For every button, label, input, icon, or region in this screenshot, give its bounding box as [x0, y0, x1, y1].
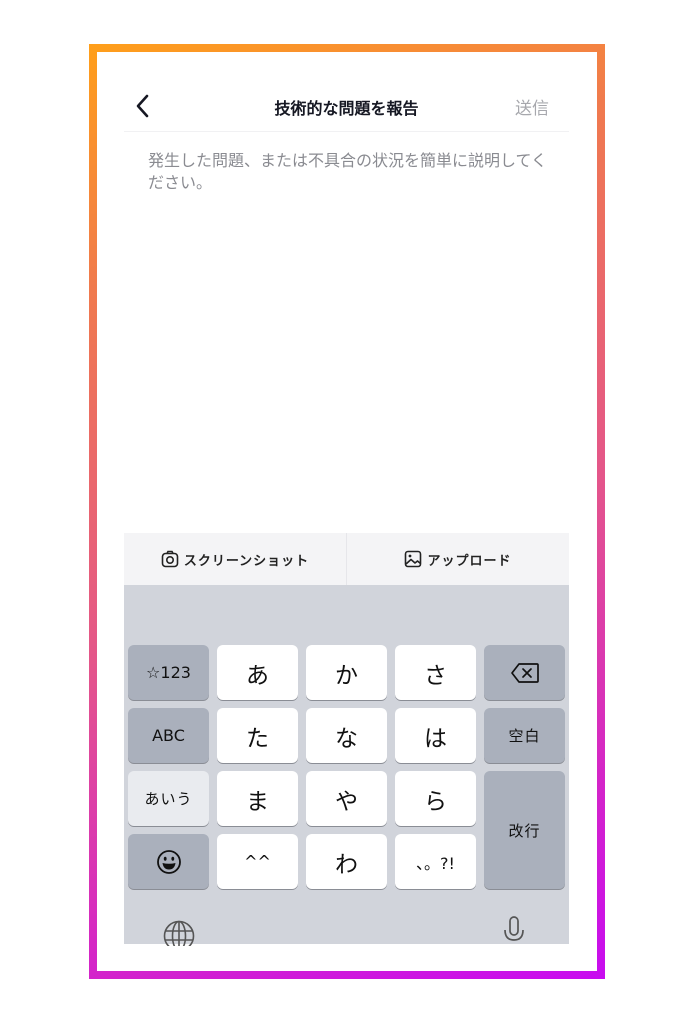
upload-button[interactable]: アップロード [346, 533, 569, 585]
key-wa[interactable]: わ [306, 834, 387, 889]
image-icon [405, 550, 422, 568]
screenshot-label: スクリーンショット [183, 553, 310, 569]
emoji-icon [156, 849, 181, 874]
key-label: 、。?! [416, 853, 455, 873]
key-abc[interactable]: ABC [128, 708, 209, 763]
nav-bar: 技術的な問題を報告 送信 [124, 80, 569, 132]
attachment-bar: スクリーンショット アップロード [124, 533, 569, 585]
key-ta[interactable]: た [217, 708, 298, 763]
key-label: さ [424, 662, 447, 689]
key-label: あいう [144, 790, 193, 808]
key-label: ☆123 [146, 663, 191, 682]
key-label: や [335, 788, 358, 815]
delete-icon [510, 662, 539, 683]
key-label: わ [335, 851, 358, 878]
key-label: 空白 [508, 727, 541, 745]
key-label: た [246, 725, 269, 752]
japanese-keyboard: ☆123 あ か さ ABC た な は 空白 あいう ま や ら 改行 ^^ … [124, 585, 569, 952]
description-placeholder: 発生した問題、または不具合の状況を簡単に説明してください。 [148, 151, 548, 192]
upload-label: アップロード [427, 553, 512, 569]
key-label: か [335, 662, 358, 689]
report-issue-screen: 技術的な問題を報告 送信 発生した問題、または不具合の状況を簡単に説明してくださ… [124, 80, 569, 952]
key-delete[interactable] [484, 645, 565, 700]
key-label: は [424, 725, 447, 752]
globe-icon [163, 920, 195, 952]
key-space[interactable]: 空白 [484, 708, 565, 763]
key-kaomoji[interactable]: ^^ [217, 834, 298, 889]
screenshot-button[interactable]: スクリーンショット [124, 533, 346, 585]
key-punctuation[interactable]: 、。?! [395, 834, 476, 889]
send-button[interactable]: 送信 [515, 94, 549, 119]
description-input[interactable]: 発生した問題、または不具合の状況を簡単に説明してください。 [148, 150, 548, 520]
key-label: な [335, 725, 358, 752]
key-kana-mode[interactable]: あいう [128, 771, 209, 826]
key-return[interactable]: 改行 [484, 771, 565, 889]
key-label: ABC [152, 726, 185, 745]
key-ha[interactable]: は [395, 708, 476, 763]
key-label: ^^ [244, 852, 271, 871]
key-label: あ [246, 662, 269, 689]
page-title: 技術的な問題を報告 [274, 99, 419, 118]
key-symbols[interactable]: ☆123 [128, 645, 209, 700]
dictation-button[interactable] [502, 915, 526, 948]
key-label: ま [246, 788, 269, 815]
key-label: ら [424, 788, 447, 815]
key-emoji[interactable] [128, 834, 209, 889]
key-na[interactable]: な [306, 708, 387, 763]
key-ka[interactable]: か [306, 645, 387, 700]
globe-button[interactable] [162, 920, 196, 952]
key-sa[interactable]: さ [395, 645, 476, 700]
key-label: 改行 [508, 821, 541, 840]
key-a[interactable]: あ [217, 645, 298, 700]
key-ra[interactable]: ら [395, 771, 476, 826]
microphone-icon [504, 916, 524, 941]
key-ya[interactable]: や [306, 771, 387, 826]
key-ma[interactable]: ま [217, 771, 298, 826]
camera-icon [161, 550, 179, 568]
